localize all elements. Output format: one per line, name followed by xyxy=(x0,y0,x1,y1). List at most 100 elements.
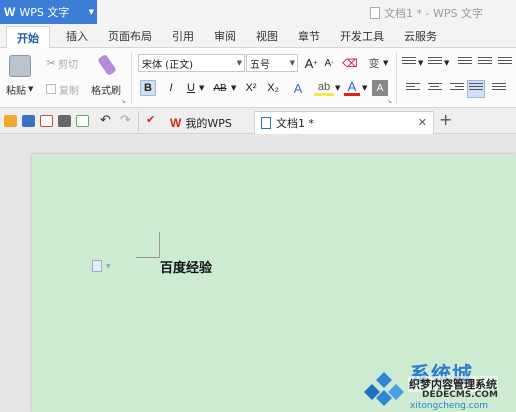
margin-marker xyxy=(136,257,160,258)
paste-label[interactable]: 粘贴 ▼ xyxy=(6,82,33,97)
wps-icon: W xyxy=(170,115,182,130)
chevron-down-icon: ▼ xyxy=(88,8,94,16)
justify-icon xyxy=(469,83,483,95)
dialog-launcher-icon[interactable]: ↘ xyxy=(387,98,392,105)
window-title: 文档1 * - WPS 文字 xyxy=(370,5,483,21)
shrink-font-button[interactable]: A- xyxy=(321,55,337,71)
app-name: WPS 文字 xyxy=(19,6,70,19)
print-icon[interactable] xyxy=(58,115,71,127)
eraser-icon: ⌫ xyxy=(342,57,358,70)
open-folder-icon[interactable] xyxy=(4,115,17,127)
tab-review[interactable]: 审阅 xyxy=(204,25,246,47)
divider xyxy=(138,111,139,131)
redo-icon[interactable]: ↷ xyxy=(120,113,131,128)
print-preview-icon[interactable] xyxy=(76,115,89,127)
indent-icon xyxy=(478,57,492,69)
doc-tab-label: 文档1 * xyxy=(276,117,314,130)
window-title-text: 文档1 * - WPS 文字 xyxy=(384,7,483,20)
chevron-down-icon: ▼ xyxy=(383,59,389,67)
bullet-list-icon xyxy=(402,57,416,69)
ribbon-home-panel: 粘贴 ▼ ✂ 剪切 复制 格式刷 ↘ 宋体 (正文) ▼ 五号 ▼ A + A- ⌫ … xyxy=(0,48,516,108)
bold-button[interactable]: B xyxy=(140,80,156,96)
tab-section[interactable]: 章节 xyxy=(288,25,330,47)
font-size-value: 五号 xyxy=(250,59,270,71)
copy-button[interactable]: 复制 xyxy=(46,82,79,97)
undo-icon[interactable]: ↶ xyxy=(100,113,111,128)
font-size-select[interactable]: 五号 ▼ xyxy=(246,54,298,72)
document-text[interactable]: 百度经验 xyxy=(160,257,212,276)
distributed-button[interactable] xyxy=(492,82,506,96)
highlight-button[interactable]: ab xyxy=(314,80,334,96)
outdent-icon xyxy=(458,57,472,69)
pinyin-icon: 变 xyxy=(368,58,380,70)
cut-button[interactable]: ✂ 剪切 xyxy=(46,56,79,71)
align-left-button[interactable] xyxy=(406,82,420,96)
numbered-list-icon xyxy=(428,57,442,69)
align-left-icon xyxy=(406,83,420,95)
title-bar: W WPS 文字 ▼ 文档1 * - WPS 文字 xyxy=(0,0,516,24)
tab-references[interactable]: 引用 xyxy=(162,25,204,47)
align-center-button[interactable] xyxy=(428,82,442,96)
numbered-list-button[interactable] xyxy=(428,56,442,70)
justify-button[interactable] xyxy=(467,80,485,98)
brush-icon xyxy=(97,53,117,77)
chevron-down-icon: ▼ xyxy=(236,59,242,67)
font-family-value: 宋体 (正文) xyxy=(142,59,193,71)
text-effects-button[interactable]: A xyxy=(290,80,306,96)
bullet-list-button[interactable] xyxy=(402,56,416,70)
scissors-icon: ✂ xyxy=(46,56,57,70)
margin-marker xyxy=(159,232,160,257)
chevron-down-icon: ▼ xyxy=(289,59,295,67)
grow-font-button[interactable]: A + xyxy=(303,55,319,71)
subscript-button[interactable]: X₂ xyxy=(264,80,282,96)
cut-label: 剪切 xyxy=(58,59,79,71)
font-color-button[interactable]: A xyxy=(344,79,360,96)
superscript-button[interactable]: X² xyxy=(242,80,260,96)
save-icon[interactable] xyxy=(22,115,35,127)
dialog-launcher-icon[interactable]: ↘ xyxy=(121,98,126,105)
chevron-down-icon: ▼ xyxy=(335,84,341,92)
distributed-icon xyxy=(492,83,506,95)
chevron-down-icon: ▼ xyxy=(418,59,424,67)
chevron-down-icon: ▼ xyxy=(444,59,450,67)
chevron-down-icon: ▼ xyxy=(362,84,368,92)
doc-tab-my-wps[interactable]: W 我的WPS xyxy=(164,111,252,134)
paste-button[interactable] xyxy=(8,54,32,78)
divider xyxy=(131,52,132,104)
tab-page-layout[interactable]: 页面布局 xyxy=(98,25,162,47)
customize-toolbar-icon[interactable]: ✔ xyxy=(146,113,155,126)
tab-insert[interactable]: 插入 xyxy=(56,25,98,47)
new-tab-icon[interactable]: + xyxy=(439,110,452,129)
app-menu-button[interactable]: W WPS 文字 ▼ xyxy=(0,0,97,24)
watermark-url: xitongcheng.com xyxy=(410,401,488,411)
align-right-icon xyxy=(450,83,464,95)
format-painter-button[interactable] xyxy=(96,53,118,77)
font-family-select[interactable]: 宋体 (正文) ▼ xyxy=(138,54,245,72)
decrease-indent-button[interactable] xyxy=(458,56,472,70)
clear-format-button[interactable]: ⌫ xyxy=(342,55,358,71)
align-right-button[interactable] xyxy=(450,82,464,96)
align-center-icon xyxy=(428,83,442,95)
chevron-down-icon: ▼ xyxy=(106,263,111,270)
increase-indent-button[interactable] xyxy=(478,56,492,70)
pinyin-button[interactable]: 变 xyxy=(366,55,382,71)
clipboard-icon xyxy=(9,55,31,77)
underline-button[interactable]: U xyxy=(183,80,199,96)
tab-cloud[interactable]: 云服务 xyxy=(394,25,447,47)
export-pdf-icon[interactable] xyxy=(40,115,53,127)
sort-button[interactable] xyxy=(498,56,512,70)
tab-developer[interactable]: 开发工具 xyxy=(330,25,394,47)
watermark-site: DEDECMS.COM xyxy=(422,390,498,400)
strikethrough-button[interactable]: AB xyxy=(210,80,230,96)
format-painter-label: 格式刷 xyxy=(91,85,121,97)
tab-view[interactable]: 视图 xyxy=(246,25,288,47)
doc-tab-document1[interactable]: 文档1 * ✕ xyxy=(254,111,434,134)
char-shading-button[interactable]: A xyxy=(372,80,388,96)
italic-button[interactable]: I xyxy=(163,80,179,96)
tab-home[interactable]: 开始 xyxy=(6,26,50,48)
document-icon xyxy=(370,7,380,19)
wps-logo-icon: W xyxy=(4,5,16,19)
paragraph-options-icon[interactable] xyxy=(92,260,102,272)
doc-tab-label: 我的WPS xyxy=(185,116,232,130)
close-icon[interactable]: ✕ xyxy=(418,116,427,129)
